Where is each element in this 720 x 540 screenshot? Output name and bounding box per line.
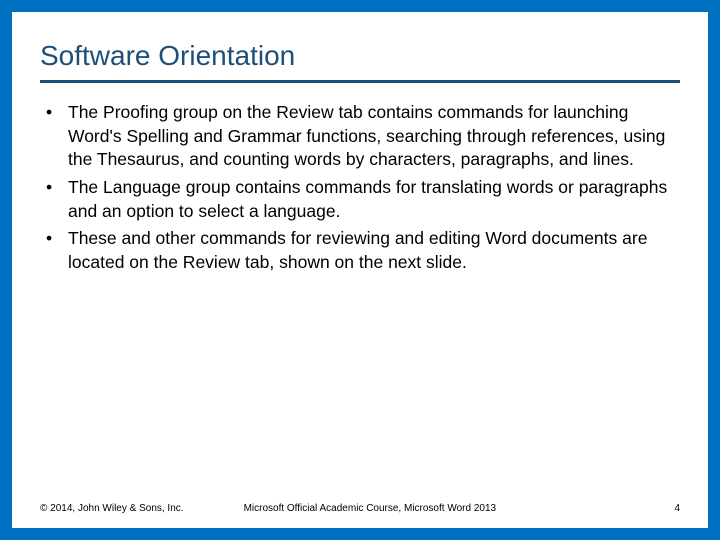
list-item: • The Proofing group on the Review tab c… [40,101,680,172]
bullet-dot: • [40,176,68,223]
bullet-dot: • [40,101,68,172]
bullet-text: These and other commands for reviewing a… [68,227,680,274]
slide: Software Orientation • The Proofing grou… [12,12,708,528]
footer-center: Microsoft Official Academic Course, Micr… [184,503,675,514]
list-item: • These and other commands for reviewing… [40,227,680,274]
bullet-dot: • [40,227,68,274]
footer-copyright: © 2014, John Wiley & Sons, Inc. [40,503,184,514]
list-item: • The Language group contains commands f… [40,176,680,223]
bullet-text: The Language group contains commands for… [68,176,680,223]
footer-page-number: 4 [674,503,680,514]
slide-footer: © 2014, John Wiley & Sons, Inc. Microsof… [40,503,680,514]
bullet-list: • The Proofing group on the Review tab c… [40,101,680,274]
slide-title: Software Orientation [40,40,680,83]
bullet-text: The Proofing group on the Review tab con… [68,101,680,172]
